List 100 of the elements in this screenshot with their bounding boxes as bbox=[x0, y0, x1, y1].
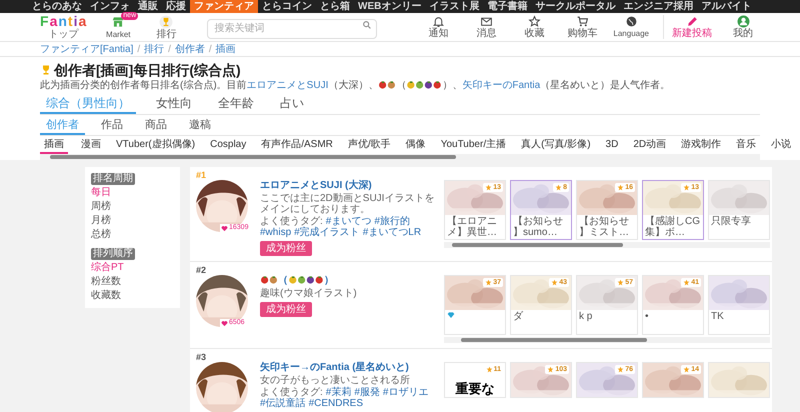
creator-name[interactable]: エロアニメとSUJI (大深) bbox=[260, 180, 372, 191]
search-icon[interactable] bbox=[362, 20, 372, 30]
logo[interactable]: Fantia bbox=[40, 14, 88, 29]
trophy-icon bbox=[40, 64, 52, 76]
nav-link[interactable]: アルバイト bbox=[697, 0, 756, 13]
heart-icon bbox=[221, 320, 228, 326]
tab[interactable]: 漫画 bbox=[79, 138, 103, 154]
star-icon bbox=[551, 279, 558, 286]
tag-link[interactable]: #CENDRES bbox=[308, 398, 364, 409]
tag-link[interactable]: #服発 bbox=[354, 387, 380, 398]
star-icon bbox=[555, 184, 562, 191]
cart-icon[interactable] bbox=[576, 15, 589, 28]
tag-link[interactable]: #完成イラスト bbox=[294, 227, 360, 238]
action-label[interactable]: 购物车 bbox=[567, 28, 598, 39]
tab[interactable]: 作品 bbox=[95, 117, 129, 135]
tab[interactable]: 小说 bbox=[769, 138, 794, 154]
action-label[interactable]: 通知 bbox=[428, 28, 448, 39]
tab[interactable]: YouTuber/主播 bbox=[438, 138, 508, 154]
breadcrumb-link[interactable]: ファンティア[Fantia] bbox=[40, 42, 134, 56]
bell-icon[interactable] bbox=[432, 15, 445, 28]
shortcut-label[interactable]: 排行 bbox=[156, 28, 176, 40]
action-label[interactable]: 消息 bbox=[476, 28, 496, 39]
sidebar-item[interactable]: 周榜 bbox=[91, 200, 174, 213]
post-caption: 【エロアニメ】異世… bbox=[447, 216, 498, 238]
globe-icon[interactable] bbox=[624, 15, 638, 28]
envelope-icon[interactable] bbox=[480, 15, 493, 28]
star-icon[interactable] bbox=[528, 15, 541, 28]
page-title: 创作者[插画]每日排行(综合点) bbox=[54, 61, 241, 79]
nav-link[interactable]: サークルポータル bbox=[531, 0, 620, 13]
shortcut-label[interactable]: Market bbox=[106, 28, 130, 40]
action-label[interactable]: 我的 bbox=[733, 28, 753, 39]
tab[interactable]: 商品 bbox=[139, 117, 173, 135]
tag-link[interactable]: #whisp bbox=[260, 227, 292, 238]
tab[interactable]: 占い bbox=[274, 94, 310, 114]
creator-link[interactable]: 矢印キーのFantia bbox=[462, 80, 540, 91]
nav-link[interactable]: エンジニア採用 bbox=[619, 0, 698, 13]
user-icon[interactable] bbox=[736, 15, 750, 28]
tag-link[interactable]: #伝説童話 bbox=[260, 398, 306, 409]
action-label[interactable]: Language bbox=[613, 28, 649, 39]
logo-caption[interactable]: トップ bbox=[48, 29, 79, 40]
tab[interactable]: Cosplay bbox=[208, 138, 248, 154]
nav-link[interactable]: 応援 bbox=[162, 0, 190, 13]
nav-link[interactable]: 通販 bbox=[134, 0, 162, 13]
creator-name[interactable]: ） bbox=[324, 275, 334, 286]
sidebar-item[interactable]: 收藏数 bbox=[91, 289, 174, 302]
creator-name[interactable]: （ bbox=[278, 275, 288, 286]
breadcrumb-link[interactable]: 排行 bbox=[144, 42, 164, 56]
tab[interactable]: 有声作品/ASMR bbox=[259, 138, 335, 154]
nav-link[interactable]: 電子書籍 bbox=[483, 0, 532, 13]
breadcrumb-link[interactable]: 创作者 bbox=[174, 42, 205, 56]
tag-link[interactable]: #ロザリエ bbox=[382, 387, 428, 398]
star-icon bbox=[683, 184, 690, 191]
horizontal-scrollbar[interactable] bbox=[444, 337, 770, 343]
creator-link[interactable]: エロアニメとSUJI bbox=[246, 80, 328, 91]
tag-link[interactable]: #まいてつLR bbox=[362, 227, 422, 238]
star-icon bbox=[617, 366, 624, 373]
horizontal-scrollbar[interactable] bbox=[444, 242, 770, 248]
breadcrumb-link[interactable]: 插画 bbox=[216, 42, 236, 56]
tab[interactable]: 女性向 bbox=[150, 94, 198, 114]
follow-button[interactable]: 成为粉丝 bbox=[260, 302, 312, 317]
tab[interactable]: 邀稿 bbox=[183, 117, 217, 135]
creator-name[interactable]: 矢印キー→のFantia (星名めいと) bbox=[260, 362, 409, 373]
nav-link[interactable]: インフォ bbox=[86, 0, 134, 13]
star-icon bbox=[485, 279, 492, 286]
nav-link[interactable]: WEBオンリー bbox=[354, 0, 426, 13]
horizontal-scrollbar[interactable] bbox=[40, 154, 760, 160]
tab[interactable]: 偶像 bbox=[404, 138, 428, 154]
nav-link[interactable]: とら箱 bbox=[316, 0, 354, 13]
post-card[interactable]: 只限专享 bbox=[708, 180, 770, 240]
post-card[interactable]: TK bbox=[708, 275, 770, 335]
creator-bio: 女の子がもっと凄いことされる所 bbox=[260, 375, 411, 386]
search-field[interactable]: 搜索关键词 bbox=[207, 18, 378, 38]
tags-label: よく使うタグ: bbox=[260, 216, 323, 227]
tab[interactable]: 游戏制作 bbox=[679, 138, 724, 154]
action-label[interactable]: 新建投稿 bbox=[672, 28, 712, 39]
breadcrumb-separator: / bbox=[137, 42, 140, 56]
tag-link[interactable]: #旅行的 bbox=[374, 216, 410, 227]
sidebar-item[interactable]: 每日 bbox=[91, 186, 174, 199]
sidebar-item[interactable]: 月榜 bbox=[91, 214, 174, 227]
follow-button[interactable]: 成为粉丝 bbox=[260, 241, 312, 256]
tab[interactable]: 全年龄 bbox=[212, 94, 260, 114]
tab[interactable]: 真人(写真/影像) bbox=[519, 138, 593, 154]
tab[interactable]: VTuber(虚拟偶像) bbox=[114, 138, 198, 154]
creator-bio: ここでは主に2D動画とSUJIイラストをメインにしております。 bbox=[260, 193, 436, 215]
post-caption: k p bbox=[579, 311, 594, 322]
action-label[interactable]: 收藏 bbox=[524, 28, 544, 39]
tab[interactable]: 2D动画 bbox=[631, 138, 668, 154]
nav-link[interactable]: イラスト展 bbox=[425, 0, 484, 13]
pencil-icon[interactable] bbox=[686, 15, 698, 28]
tab[interactable]: 音乐 bbox=[734, 138, 758, 154]
tag-link[interactable]: #茉莉 bbox=[326, 387, 352, 398]
nav-link[interactable]: とらのあな bbox=[28, 0, 86, 13]
tag-link[interactable]: #まいてつ bbox=[326, 216, 372, 227]
sidebar-item[interactable]: 综合PT bbox=[91, 261, 174, 274]
sidebar-item[interactable]: 粉丝数 bbox=[91, 275, 174, 288]
nav-link[interactable]: とらコイン bbox=[258, 0, 316, 13]
sidebar-item[interactable]: 总榜 bbox=[91, 228, 174, 241]
shop-icon[interactable] bbox=[111, 14, 126, 28]
tab[interactable]: 3D bbox=[604, 138, 620, 154]
tab[interactable]: 声优/歌手 bbox=[346, 138, 393, 154]
